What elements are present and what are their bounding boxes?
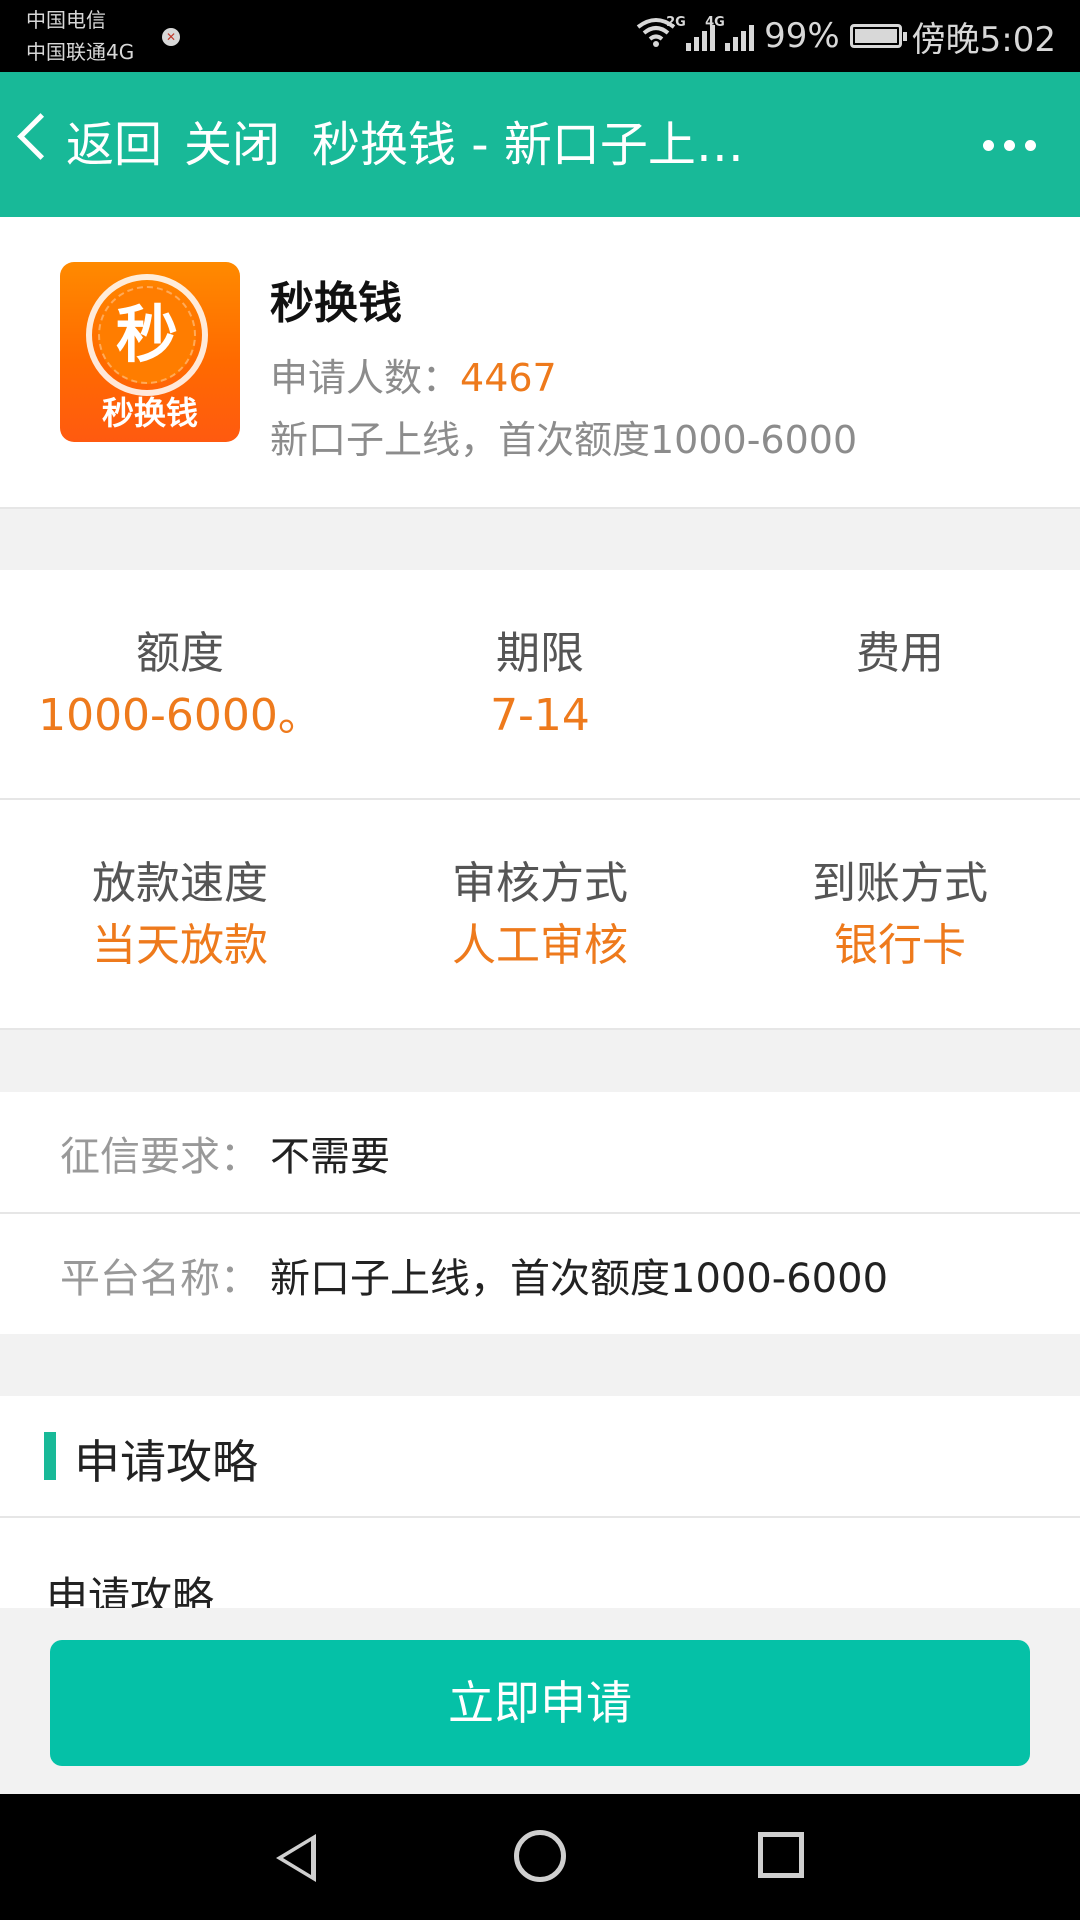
nav-back-icon[interactable]: [276, 1834, 316, 1882]
app-logo: 秒 秒换钱: [60, 262, 240, 442]
stat-speed: 放款速度 当天放款: [0, 856, 360, 976]
loan-stats: 额度 1000-6000。 期限 7-14 费用 放款速度 当天放款 审核方式 …: [0, 570, 1080, 1030]
applicants-info: 申请人数：4467: [270, 347, 557, 402]
battery-icon: [849, 24, 907, 48]
product-header: 秒 秒换钱 秒换钱 申请人数：4467 新口子上线，首次额度1000-6000: [0, 217, 1080, 509]
close-button[interactable]: 关闭: [184, 112, 280, 178]
guide-header: 申请攻略: [0, 1396, 1080, 1518]
notification-icon: ✕: [162, 28, 180, 46]
stat-term: 期限 7-14: [360, 626, 720, 746]
info-section: 征信要求： 不需要 平台名称： 新口子上线，首次额度1000-6000: [0, 1092, 1080, 1334]
signal-4g-icon: 4G: [705, 15, 755, 51]
logo-name: 秒换钱: [101, 394, 198, 432]
status-indicators: 2G 4G 99% 傍晚5:02: [636, 14, 1056, 60]
applicants-count: 4467: [460, 356, 557, 400]
stat-payout: 到账方式 银行卡: [720, 856, 1080, 976]
guide-title: 申请攻略: [74, 1435, 258, 1489]
credit-requirement-row: 征信要求： 不需要: [0, 1092, 1080, 1214]
platform-name-value: 新口子上线，首次额度1000-6000: [270, 1256, 889, 1302]
status-bar: 中国电信 中国联通4G ✕ 2G 4G 99% 傍晚5:02: [0, 0, 1080, 72]
app-subtitle: 新口子上线，首次额度1000-6000: [270, 418, 858, 462]
guide-body: 申请攻略: [46, 1573, 215, 1608]
guide-section: 申请攻略 申请攻略: [0, 1396, 1080, 1608]
more-menu-icon[interactable]: [983, 140, 1036, 151]
title-bar: 返回 关闭 秒换钱 - 新口子上线，首次额度1000-6000: [0, 72, 1080, 217]
stat-value: 银行卡: [834, 920, 966, 971]
logo-char: 秒: [98, 286, 196, 384]
stats-row-2: 放款速度 当天放款 审核方式 人工审核 到账方式 银行卡: [0, 800, 1080, 1030]
bottom-bar: 立即申请: [0, 1608, 1080, 1794]
clock: 傍晚5:02: [911, 19, 1056, 60]
carrier-secondary: 中国联通4G: [26, 40, 135, 64]
stat-label: 到账方式: [812, 858, 988, 909]
network-2g-label: 2G: [666, 15, 686, 30]
carrier-primary: 中国电信: [26, 8, 106, 32]
credit-requirement-value: 不需要: [270, 1134, 390, 1180]
stat-value: 人工审核: [452, 920, 628, 971]
stat-label: 放款速度: [92, 858, 268, 909]
section-accent-bar: [44, 1432, 56, 1480]
stat-label: 额度: [136, 628, 224, 679]
stat-fee: 费用: [720, 626, 1080, 686]
stat-value: 1000-6000。: [38, 690, 322, 741]
back-button[interactable]: 返回: [66, 112, 162, 178]
stat-label: 审核方式: [452, 858, 628, 909]
stat-value: 当天放款: [92, 920, 268, 971]
stat-label: 费用: [856, 628, 944, 679]
platform-name-row: 平台名称： 新口子上线，首次额度1000-6000: [0, 1214, 1080, 1334]
navigation-bar: [0, 1794, 1080, 1920]
network-4g-label: 4G: [705, 15, 725, 30]
nav-recent-apps-icon[interactable]: [758, 1832, 804, 1878]
stat-review: 审核方式 人工审核: [360, 856, 720, 976]
apply-now-button[interactable]: 立即申请: [50, 1640, 1030, 1766]
battery-percent: 99%: [764, 16, 840, 56]
stat-label: 期限: [496, 628, 584, 679]
applicants-label: 申请人数：: [270, 356, 461, 400]
page-title: 秒换钱 - 新口子上线，首次额度1000-6000: [312, 117, 772, 173]
app-name: 秒换钱: [270, 278, 402, 329]
platform-name-label: 平台名称：: [60, 1256, 260, 1302]
stat-value: 7-14: [490, 690, 590, 741]
back-chevron-icon[interactable]: [17, 113, 64, 160]
nav-home-icon[interactable]: [514, 1830, 566, 1882]
stat-amount: 额度 1000-6000。: [0, 626, 360, 746]
stats-row-1: 额度 1000-6000。 期限 7-14 费用: [0, 570, 1080, 800]
credit-requirement-label: 征信要求：: [60, 1134, 260, 1180]
